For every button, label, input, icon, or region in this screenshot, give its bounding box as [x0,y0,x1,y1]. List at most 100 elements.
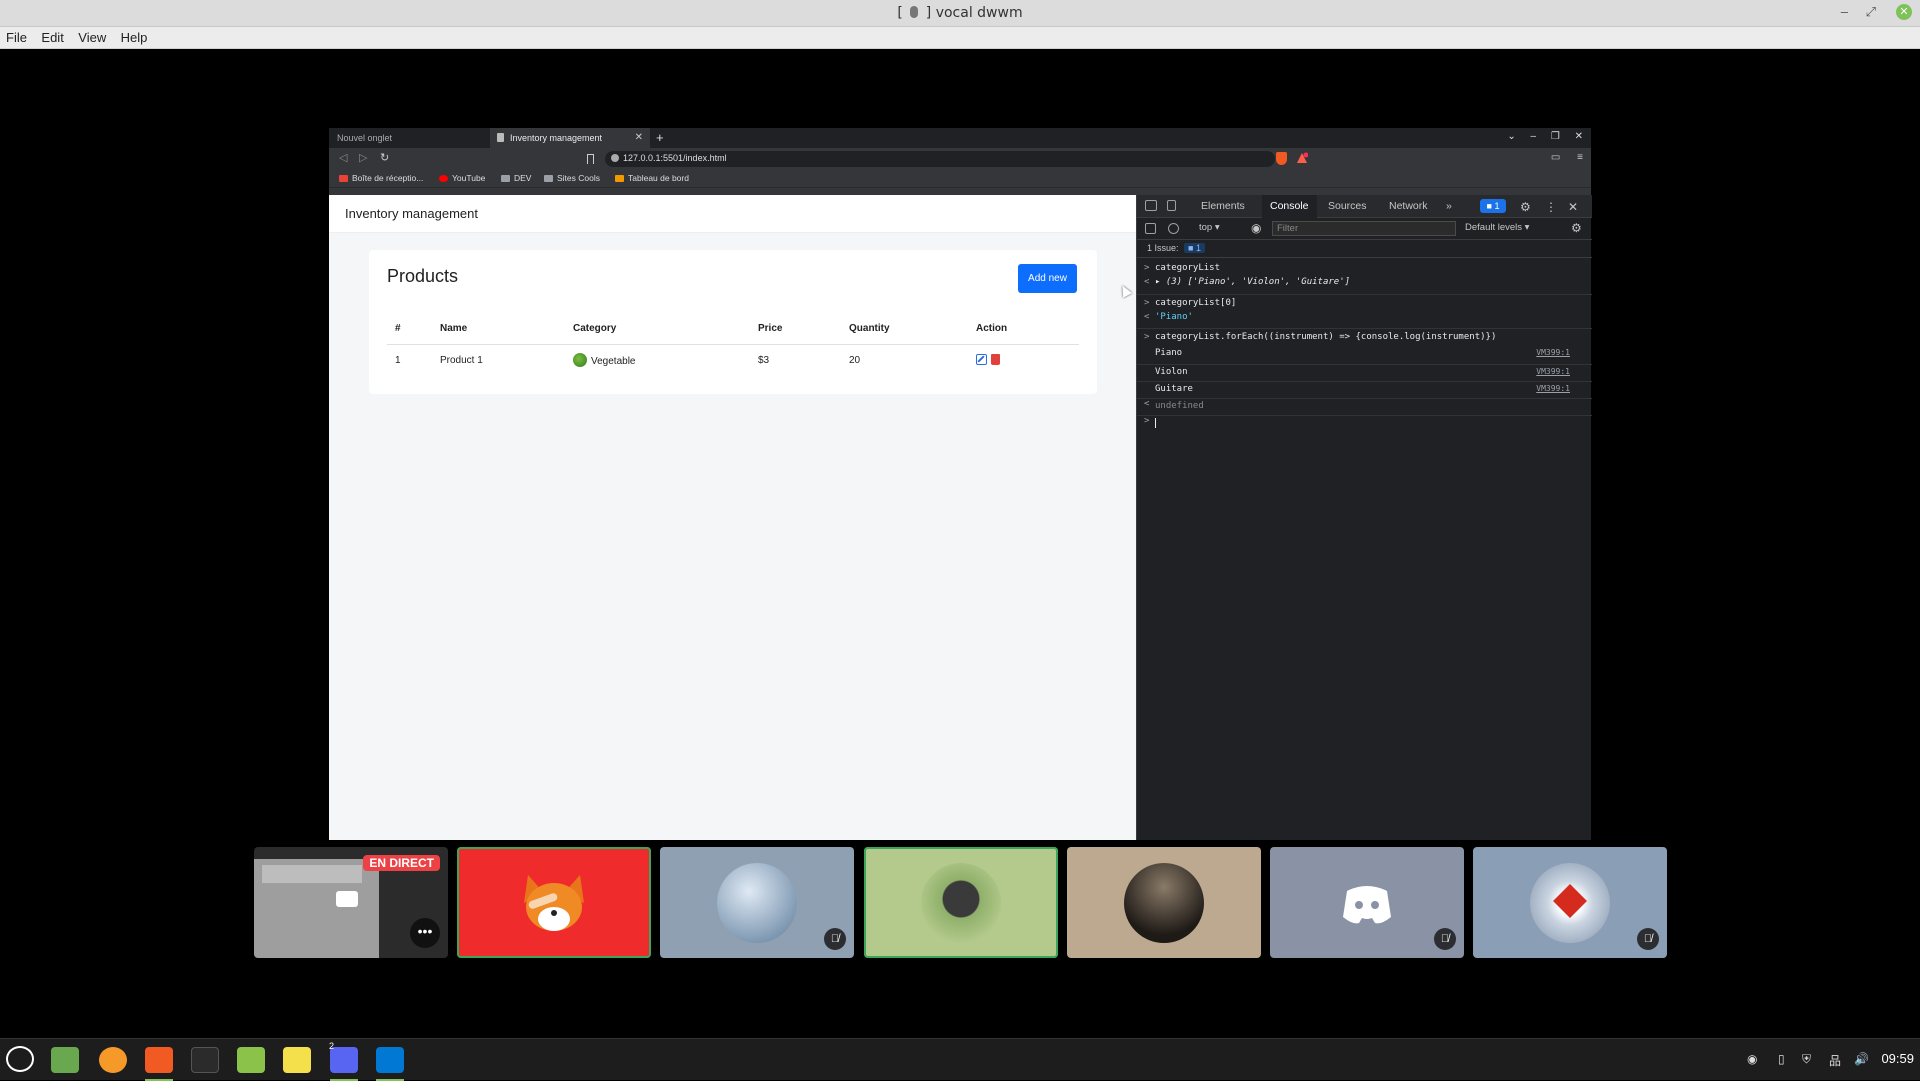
muted-mic-icon: 🎙̸ [1637,928,1659,950]
context-selector[interactable]: top ▾ [1199,222,1220,233]
more-tabs-icon[interactable]: » [1446,200,1452,212]
maximize-icon[interactable]: ⤢ [1866,4,1876,20]
tab-new[interactable]: Nouvel onglet [329,128,489,148]
console-result-line[interactable]: < ▸ (3) ['Piano', 'Violon', 'Guitare'] [1137,277,1592,295]
minimize-icon[interactable]: – [1531,131,1537,142]
firefox-icon[interactable] [99,1047,127,1073]
tab-search-icon[interactable]: ⌄ [1507,131,1515,142]
issues-bar[interactable]: 1 Issue: ■ 1 [1137,240,1592,258]
forward-icon[interactable]: ▷ [359,151,367,164]
source-link[interactable]: VM399:1 [1536,367,1570,376]
console-log-line: Violon VM399:1 [1137,365,1592,382]
notes-icon[interactable] [283,1047,311,1073]
issues-badge[interactable]: ■ 1 [1480,199,1506,213]
add-new-button[interactable]: Add new [1018,264,1077,293]
issues-count: 1 [1494,201,1500,211]
participant-tile-globe[interactable]: 🎙̸ [660,847,854,958]
eye-icon[interactable]: ◉ [1251,221,1261,235]
close-icon[interactable]: ✕ [1575,131,1583,142]
brave-rewards-icon[interactable] [1296,152,1308,164]
reload-icon[interactable]: ↻ [380,151,389,164]
filter-input[interactable]: Filter [1272,221,1456,236]
card-title: Products [387,266,459,286]
menu-help[interactable]: Help [121,27,148,45]
tab-elements[interactable]: Elements [1201,200,1245,212]
console-settings-icon[interactable]: ⚙ [1571,221,1582,235]
tab-network[interactable]: Network [1389,200,1428,212]
participant-tile-discord-user[interactable]: 🎙̸ [1270,847,1464,958]
discord-tray-icon[interactable]: ◉ [1747,1052,1757,1066]
volume-tray-icon[interactable]: 🔊 [1854,1052,1869,1066]
kebab-menu-icon[interactable]: ⋮ [1545,200,1557,214]
site-info-icon[interactable] [611,154,619,162]
discord-app-icon[interactable] [330,1047,358,1073]
bookmark-gmail[interactable]: Boîte de réceptio... [339,173,423,183]
mouse-cursor [1118,283,1132,298]
clear-console-icon[interactable] [1168,223,1179,234]
taskbar: 2 ◉ ▯ ⛨ 品 🔊 09:59 [0,1038,1920,1081]
device-toolbar-icon[interactable] [1167,200,1176,211]
minimize-icon[interactable]: – [1841,4,1848,19]
bookmark-dev[interactable]: DEV [501,173,531,183]
tab-sources[interactable]: Sources [1328,200,1367,212]
close-window-button[interactable]: ✕ [1896,4,1912,20]
bookmark-tableau[interactable]: Tableau de bord [615,173,689,183]
participant-tile-maple[interactable]: 🎙̸ [1473,847,1667,958]
tab-inventory[interactable]: Inventory management ✕ [490,128,650,148]
bookmark-youtube[interactable]: YouTube [439,173,485,183]
column-header-category: Category [565,314,750,345]
tab-console[interactable]: Console [1262,195,1317,218]
console-prompt[interactable]: > [1137,416,1592,430]
discord-badge: 2 [329,1041,335,1051]
menu-icon[interactable]: ≡ [1577,152,1583,163]
network-tray-icon[interactable]: 品 [1829,1052,1841,1069]
menu-edit[interactable]: Edit [41,27,63,45]
clipboard-tray-icon[interactable]: ▯ [1778,1052,1785,1066]
shield-tray-icon[interactable]: ⛨ [1802,1052,1811,1067]
menu-view[interactable]: View [78,27,106,45]
show-desktop-icon[interactable] [51,1047,79,1073]
toolbar-right: ▭ ≡ [1537,152,1583,163]
live-badge: EN DIRECT [363,855,440,871]
edit-icon[interactable] [976,353,987,365]
vscode-icon[interactable] [376,1047,404,1073]
navbar-brand[interactable]: Inventory management [345,206,478,221]
console-output: > categoryList < ▸ (3) ['Piano', 'Violon',… [1137,258,1592,430]
bookmark-icon[interactable] [587,154,594,164]
new-tab-icon[interactable]: + [656,130,664,145]
more-options-button[interactable]: ••• [410,918,440,948]
settings-gear-icon[interactable]: ⚙ [1520,200,1531,214]
clock[interactable]: 09:59 [1881,1051,1914,1066]
brave-shield-icon[interactable] [1276,152,1287,165]
log-levels-dropdown[interactable]: Default levels ▾ [1465,222,1529,233]
terminal-icon[interactable] [191,1047,219,1073]
brave-icon[interactable] [145,1047,173,1073]
tab-label: Inventory management [510,133,603,143]
files-icon[interactable] [237,1047,265,1073]
window-title-suffix: ] [925,5,932,21]
close-devtools-icon[interactable]: ✕ [1568,200,1578,214]
trash-icon[interactable] [991,353,1000,365]
address-bar[interactable]: 127.0.0.1:5501/index.html [605,151,1275,167]
console-prefix: > [1144,332,1150,342]
inspect-icon[interactable] [1145,200,1157,211]
participant-tile-stream[interactable]: EN DIRECT ••• [254,847,448,958]
source-link[interactable]: VM399:1 [1536,384,1570,393]
participant-tile-silhouette[interactable] [1067,847,1261,958]
mint-menu-icon[interactable] [6,1046,34,1072]
participant-tile-fox[interactable] [457,847,651,958]
back-icon[interactable]: ◁ [339,151,347,164]
menu-file[interactable]: File [6,27,27,45]
devtools-tabbar: Elements Console Sources Network » ■ 1 ⚙… [1137,195,1592,218]
close-tab-icon[interactable]: ✕ [635,132,643,143]
participant-tile-horse[interactable] [864,847,1058,958]
sidebar-toggle-icon[interactable] [1145,223,1156,234]
in-icon [615,175,624,182]
vegetable-icon [573,353,587,368]
issues-label: 1 Issue: [1147,243,1179,253]
restore-icon[interactable]: ❐ [1551,131,1560,142]
source-link[interactable]: VM399:1 [1536,348,1570,357]
bookmark-sites-cools[interactable]: Sites Cools [544,173,600,183]
wallet-icon[interactable]: ▭ [1551,152,1560,163]
console-text: Guitare [1155,384,1193,394]
